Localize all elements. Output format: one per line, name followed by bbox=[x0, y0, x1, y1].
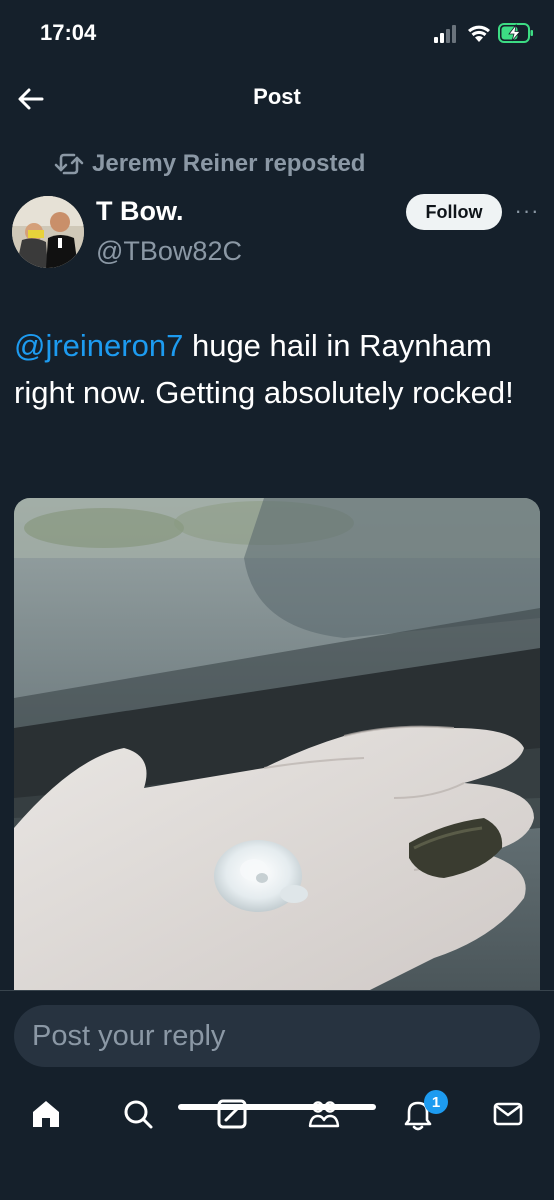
reply-input[interactable]: Post your reply bbox=[14, 1005, 540, 1067]
status-bar: 17:04 bbox=[0, 0, 554, 70]
wifi-icon bbox=[468, 25, 490, 42]
author-name[interactable]: T Bow. bbox=[96, 196, 184, 227]
search-icon[interactable] bbox=[120, 1096, 156, 1132]
home-icon[interactable] bbox=[28, 1096, 64, 1132]
status-time: 17:04 bbox=[40, 20, 97, 45]
more-options-icon[interactable]: ··· bbox=[514, 198, 540, 224]
page-title: Post bbox=[253, 84, 301, 109]
avatar[interactable] bbox=[12, 196, 84, 268]
cellular-signal-icon bbox=[434, 25, 456, 43]
mention-link[interactable]: @jreineron7 bbox=[14, 328, 183, 363]
communities-icon[interactable] bbox=[306, 1096, 342, 1132]
reply-bar: Post your reply bbox=[0, 990, 554, 1076]
messages-icon[interactable] bbox=[490, 1096, 526, 1132]
avatar-photo bbox=[12, 196, 84, 268]
repost-indicator[interactable]: Jeremy Reiner reposted bbox=[54, 150, 365, 178]
repost-icon bbox=[54, 153, 84, 175]
notification-badge: 1 bbox=[424, 1090, 448, 1114]
top-bar: Post bbox=[0, 70, 554, 126]
author-handle[interactable]: @TBow82C bbox=[96, 236, 242, 267]
post-image[interactable] bbox=[14, 498, 540, 998]
repost-text: Jeremy Reiner reposted bbox=[92, 150, 366, 177]
photo-hailstone-in-hand bbox=[14, 498, 540, 998]
battery-charging-icon bbox=[498, 23, 533, 43]
grok-icon[interactable] bbox=[214, 1096, 250, 1132]
home-indicator bbox=[178, 1104, 376, 1110]
follow-button[interactable]: Follow bbox=[406, 194, 502, 230]
post-text: @jreineron7 huge hail in Raynham right n… bbox=[14, 322, 540, 416]
bottom-nav: 1 bbox=[0, 1076, 554, 1200]
